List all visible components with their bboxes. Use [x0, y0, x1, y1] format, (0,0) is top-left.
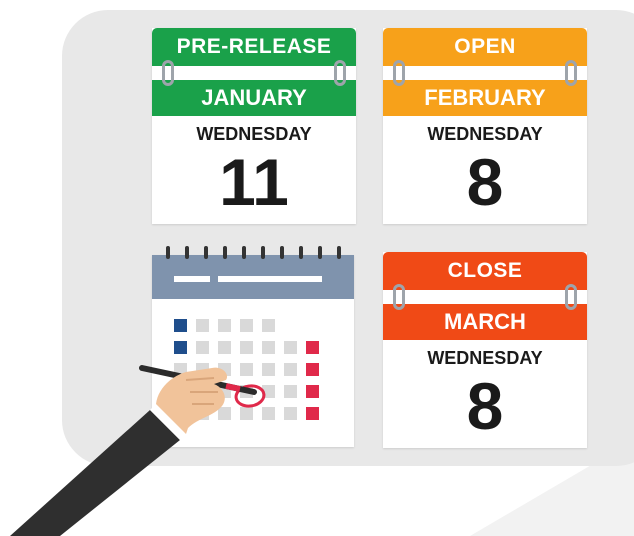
hand-with-pen-icon	[10, 365, 266, 536]
